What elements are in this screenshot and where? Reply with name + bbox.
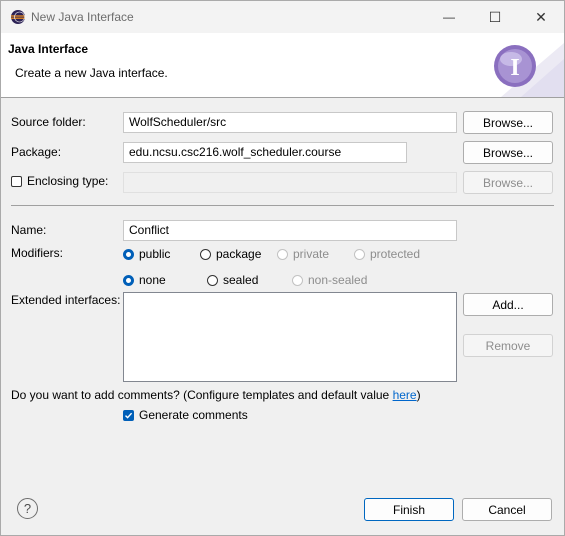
name-label: Name: xyxy=(11,223,47,237)
package-input[interactable]: edu.ncsu.csc216.wolf_scheduler.course xyxy=(123,142,407,163)
source-folder-label: Source folder: xyxy=(11,115,86,129)
radio-disabled-icon xyxy=(277,248,288,260)
radio-disabled-icon xyxy=(292,274,303,286)
help-button[interactable]: ? xyxy=(17,498,38,519)
maximize-button[interactable]: ☐ xyxy=(472,1,518,33)
comments-question-text: Do you want to add comments? (Configure … xyxy=(11,388,393,402)
modifier-none-label: none xyxy=(139,273,166,287)
minimize-icon: — xyxy=(443,10,455,24)
modifier-non-sealed-label: non-sealed xyxy=(308,273,368,287)
enclosing-type-input xyxy=(123,172,457,193)
wizard-header: Java Interface Create a new Java interfa… xyxy=(1,33,564,98)
modifier-non-sealed-radio: non-sealed xyxy=(292,273,367,287)
title-bar: New Java Interface — ☐ ✕ xyxy=(1,1,564,33)
enclosing-type-checkbox-box xyxy=(11,175,22,187)
source-folder-input[interactable]: WolfScheduler/src xyxy=(123,112,457,133)
package-label: Package: xyxy=(11,145,62,159)
window-title: New Java Interface xyxy=(31,10,134,24)
minimize-button[interactable]: — xyxy=(426,1,472,33)
modifier-public-radio[interactable]: public xyxy=(123,247,170,261)
enclosing-type-checkbox[interactable]: Enclosing type: xyxy=(11,174,108,188)
package-browse-button[interactable]: Browse... xyxy=(463,141,553,164)
modifier-sealed-radio[interactable]: sealed xyxy=(207,273,258,287)
generate-comments-checkbox[interactable]: Generate comments xyxy=(123,408,248,422)
eclipse-icon xyxy=(10,9,26,25)
wizard-banner-icon: I xyxy=(471,33,564,97)
modifier-private-radio: private xyxy=(277,247,329,261)
comments-question-suffix: ) xyxy=(416,388,421,402)
radio-checked-icon xyxy=(123,274,134,286)
enclosing-type-label: Enclosing type: xyxy=(27,174,109,188)
radio-checked-icon xyxy=(123,248,134,260)
interface-letter-icon: I xyxy=(510,55,519,81)
modifier-protected-radio: protected xyxy=(354,247,420,261)
extended-interfaces-list[interactable] xyxy=(123,292,457,382)
radio-disabled-icon xyxy=(354,248,365,260)
separator xyxy=(11,205,554,206)
modifier-public-label: public xyxy=(139,247,171,261)
close-icon: ✕ xyxy=(535,8,547,25)
comments-question: Do you want to add comments? (Configure … xyxy=(11,388,421,402)
modifier-package-label: package xyxy=(216,247,262,261)
modifier-private-label: private xyxy=(293,247,330,261)
radio-unchecked-icon xyxy=(200,248,211,260)
radio-unchecked-icon xyxy=(207,274,218,286)
name-input[interactable]: Conflict xyxy=(123,220,457,241)
maximize-icon: ☐ xyxy=(488,8,502,25)
add-interface-button[interactable]: Add... xyxy=(463,293,553,316)
close-button[interactable]: ✕ xyxy=(518,1,564,33)
checkmark-icon xyxy=(123,409,134,421)
page-title: Java Interface xyxy=(8,42,89,56)
page-description: Create a new Java interface. xyxy=(15,66,168,80)
enclosing-type-browse-button: Browse... xyxy=(463,171,553,194)
modifier-protected-label: protected xyxy=(370,247,421,261)
source-folder-browse-button[interactable]: Browse... xyxy=(463,111,553,134)
finish-button[interactable]: Finish xyxy=(364,498,454,521)
modifiers-label: Modifiers: xyxy=(11,246,64,260)
new-java-interface-dialog: New Java Interface — ☐ ✕ Java Interface … xyxy=(0,0,565,536)
modifier-sealed-label: sealed xyxy=(223,273,259,287)
cancel-button[interactable]: Cancel xyxy=(462,498,552,521)
help-icon: ? xyxy=(23,501,32,516)
extended-interfaces-label: Extended interfaces: xyxy=(11,293,121,307)
configure-templates-link[interactable]: here xyxy=(393,388,417,402)
generate-comments-label: Generate comments xyxy=(139,408,248,422)
modifier-package-radio[interactable]: package xyxy=(200,247,261,261)
modifier-none-radio[interactable]: none xyxy=(123,273,166,287)
remove-interface-button: Remove xyxy=(463,334,553,357)
